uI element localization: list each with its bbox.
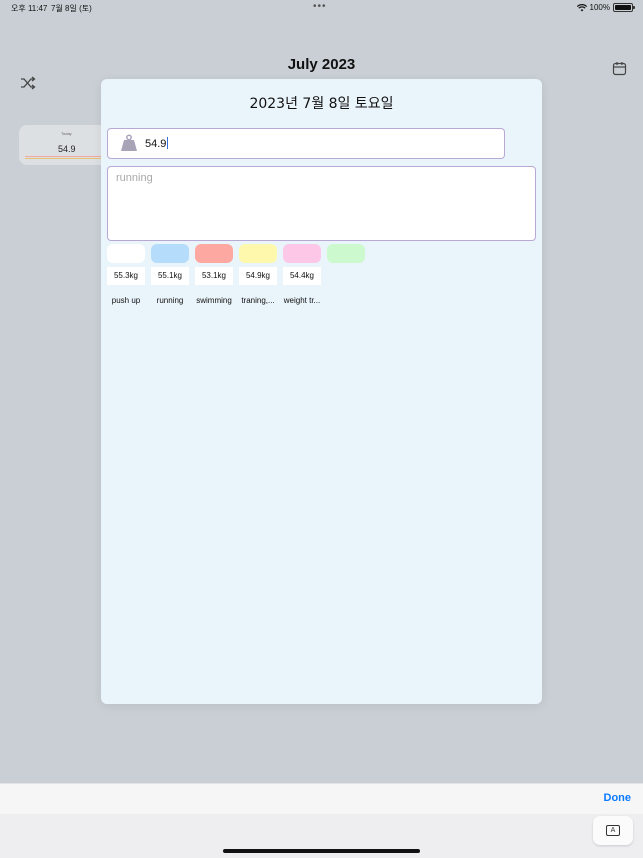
record-weight-5[interactable]: 54.4kg — [283, 267, 321, 285]
record-label-2: running — [156, 296, 184, 305]
battery-percent: 100% — [589, 3, 610, 12]
today-bar-2 — [25, 158, 105, 159]
color-swatch-white[interactable] — [107, 244, 145, 263]
shuffle-icon[interactable] — [20, 76, 36, 90]
memo-placeholder: running — [116, 172, 153, 184]
status-time: 오후 11:47 — [11, 4, 48, 13]
entry-modal: 2023년 7월 8일 토요일 54.9 running 55.3kg 55.1… — [101, 79, 542, 704]
home-indicator[interactable] — [223, 849, 420, 853]
modal-date-title: 2023년 7월 8일 토요일 — [249, 96, 394, 112]
keyboard-icon: A — [606, 825, 620, 836]
done-button[interactable]: Done — [604, 792, 632, 804]
record-label-4: traning,... — [241, 296, 275, 305]
keyboard-accessory-bar: Done — [0, 783, 643, 814]
color-swatch-green[interactable] — [327, 244, 365, 263]
color-swatch-pink[interactable] — [283, 244, 321, 263]
month-title: July 2023 — [287, 56, 356, 73]
weight-value[interactable]: 54.9 — [145, 137, 169, 150]
status-date: 7월 8일 (토) — [51, 4, 92, 13]
battery-icon — [613, 3, 635, 12]
record-label-3: swimming — [196, 296, 232, 305]
today-card[interactable]: Today 54.9 — [19, 125, 109, 165]
weight-value-text: 54.9 — [145, 138, 167, 150]
color-swatch-yellow[interactable] — [239, 244, 277, 263]
status-indicators: 100% — [576, 3, 635, 12]
calendar-icon[interactable] — [612, 61, 627, 76]
today-weight-value: 54.9 — [58, 144, 76, 154]
record-label-5: weight tr... — [283, 296, 321, 305]
color-swatch-red[interactable] — [195, 244, 233, 263]
show-keyboard-button[interactable]: A — [593, 816, 633, 845]
text-caret — [167, 137, 169, 149]
weight-icon — [121, 134, 137, 151]
record-label-1: push up — [111, 296, 141, 305]
color-swatch-blue[interactable] — [151, 244, 189, 263]
status-bar: 오후 11:47 7월 8일 (토) ••• 100% — [0, 0, 643, 16]
weight-input[interactable]: 54.9 — [107, 128, 505, 159]
wifi-icon — [576, 3, 587, 11]
today-label: Today — [61, 131, 72, 136]
today-color-bars — [25, 156, 105, 160]
memo-textarea[interactable]: running — [107, 166, 536, 241]
multitasking-dots-icon[interactable]: ••• — [313, 1, 327, 12]
record-weight-2[interactable]: 55.1kg — [151, 267, 189, 285]
record-weight-3[interactable]: 53.1kg — [195, 267, 233, 285]
today-bar-1 — [25, 156, 105, 157]
record-weight-1[interactable]: 55.3kg — [107, 267, 145, 285]
record-weight-4[interactable]: 54.9kg — [239, 267, 277, 285]
